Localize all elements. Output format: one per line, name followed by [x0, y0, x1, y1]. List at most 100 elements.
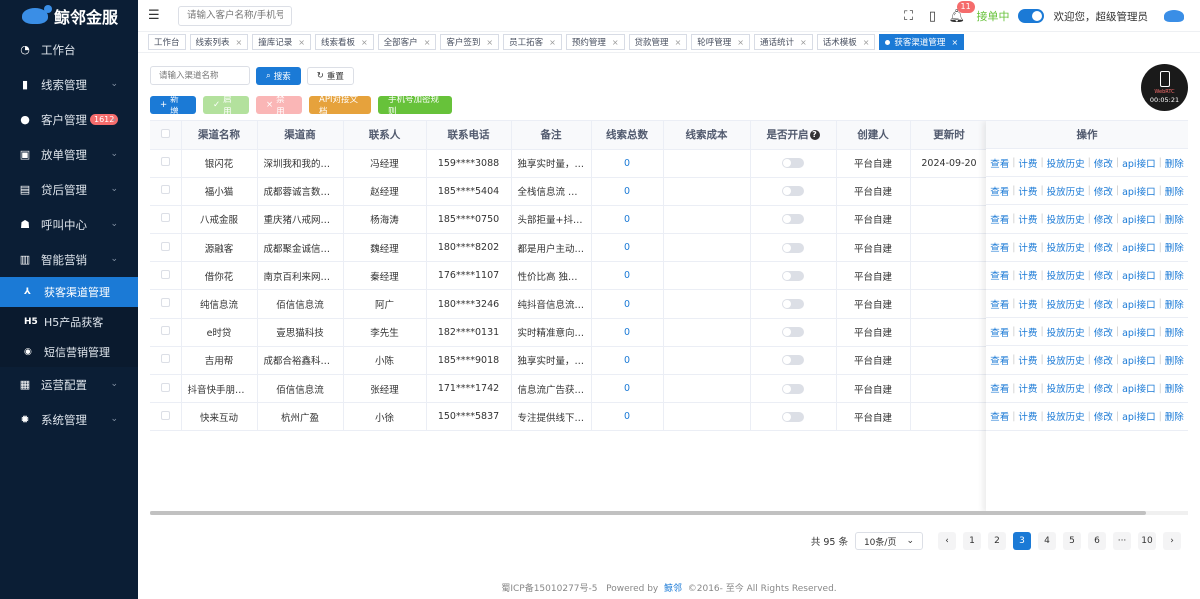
op-link-5[interactable]: api接口	[1122, 409, 1156, 423]
op-link-2[interactable]: 计费	[1018, 297, 1037, 311]
op-link-5[interactable]: api接口	[1122, 381, 1156, 395]
op-link-6[interactable]: 删除	[1165, 409, 1184, 423]
reset-button[interactable]: ↻ 重置	[306, 66, 354, 85]
tab-6[interactable]: 客户签到 ×	[440, 34, 500, 50]
enabled-switch[interactable]	[782, 214, 804, 225]
row-checkbox[interactable]	[160, 354, 170, 364]
sidebar-item-7[interactable]: ▥ 智能营销 ⌄	[0, 242, 138, 277]
op-link-4[interactable]: 修改	[1094, 325, 1113, 339]
row-checkbox[interactable]	[160, 213, 170, 223]
tab-close-icon[interactable]: ×	[612, 38, 619, 47]
tab-close-icon[interactable]: ×	[675, 38, 682, 47]
op-link-6[interactable]: 删除	[1165, 381, 1184, 395]
op-link-4[interactable]: 修改	[1094, 353, 1113, 367]
enabled-switch[interactable]	[782, 411, 804, 422]
enabled-switch[interactable]	[782, 327, 804, 338]
enabled-switch[interactable]	[782, 299, 804, 310]
op-link-5[interactable]: api接口	[1122, 212, 1156, 226]
enabled-switch[interactable]	[782, 158, 804, 169]
op-link-1[interactable]: 查看	[990, 325, 1009, 339]
tab-3[interactable]: 撞库记录 ×	[252, 34, 311, 50]
op-link-3[interactable]: 投放历史	[1047, 325, 1085, 339]
tab-close-icon[interactable]: ×	[486, 38, 493, 47]
op-link-6[interactable]: 删除	[1165, 325, 1184, 339]
page-button[interactable]: 10	[1138, 532, 1156, 550]
tab-13[interactable]: 获客渠道管理 ×	[879, 34, 965, 50]
horizontal-scrollbar[interactable]	[150, 511, 1188, 515]
op-link-5[interactable]: api接口	[1122, 184, 1156, 198]
row-checkbox[interactable]	[160, 269, 170, 279]
enabled-switch[interactable]	[782, 383, 804, 394]
tab-2[interactable]: 线索列表 ×	[189, 34, 249, 50]
question-icon[interactable]: ?	[809, 130, 820, 141]
mobile-icon[interactable]: ▯	[925, 9, 941, 24]
op-link-1[interactable]: 查看	[990, 240, 1009, 254]
prev-page-button[interactable]: ‹	[938, 532, 956, 550]
phone-encrypt-rule-button[interactable]: 手机号加密规则	[378, 95, 452, 117]
menu-toggle-icon[interactable]: ☰	[148, 8, 162, 23]
op-link-4[interactable]: 修改	[1094, 184, 1113, 198]
scrollbar-thumb[interactable]	[150, 511, 1146, 515]
enabled-switch[interactable]	[782, 186, 804, 197]
op-link-2[interactable]: 计费	[1018, 184, 1037, 198]
page-button[interactable]: 6	[1088, 532, 1106, 550]
tab-10[interactable]: 轮呼管理 ×	[691, 34, 750, 50]
row-checkbox[interactable]	[160, 410, 170, 420]
tab-4[interactable]: 线索看板 ×	[314, 34, 374, 50]
page-button[interactable]: 3	[1013, 532, 1031, 550]
tab-close-icon[interactable]: ×	[737, 38, 744, 47]
tab-7[interactable]: 员工拓客 ×	[503, 34, 562, 50]
row-checkbox[interactable]	[160, 382, 170, 392]
fullscreen-icon[interactable]: ⛶	[901, 9, 917, 24]
sidebar-item-6[interactable]: ☗ 呼叫中心 ⌄	[0, 207, 138, 242]
app-logo[interactable]: 鲸邻金服	[0, 0, 138, 32]
op-link-3[interactable]: 投放历史	[1047, 240, 1085, 254]
op-link-4[interactable]: 修改	[1094, 381, 1113, 395]
page-button[interactable]: 2	[988, 532, 1006, 550]
select-all-checkbox[interactable]	[160, 128, 170, 138]
op-link-5[interactable]: api接口	[1122, 268, 1156, 282]
row-checkbox[interactable]	[160, 241, 170, 251]
op-link-6[interactable]: 删除	[1165, 353, 1184, 367]
submenu-item-3[interactable]: ◉ 短信营销管理	[0, 337, 138, 367]
op-link-6[interactable]: 删除	[1165, 184, 1184, 198]
sidebar-item-1[interactable]: ◔ 工作台	[0, 32, 138, 67]
tab-close-icon[interactable]: ×	[800, 38, 807, 47]
tab-5[interactable]: 全部客户 ×	[377, 34, 437, 50]
row-checkbox[interactable]	[160, 185, 170, 195]
op-link-3[interactable]: 投放历史	[1047, 184, 1085, 198]
disable-button[interactable]: × 禁用	[256, 95, 302, 117]
op-link-5[interactable]: api接口	[1122, 156, 1156, 170]
op-link-6[interactable]: 删除	[1165, 268, 1184, 282]
op-link-2[interactable]: 计费	[1018, 240, 1037, 254]
tab-close-icon[interactable]: ×	[236, 38, 243, 47]
submenu-item-2[interactable]: H5 H5产品获客	[0, 307, 138, 337]
op-link-1[interactable]: 查看	[990, 381, 1009, 395]
customer-search-input[interactable]	[178, 5, 292, 26]
order-status-toggle[interactable]	[1017, 9, 1044, 23]
op-link-1[interactable]: 查看	[990, 353, 1009, 367]
tab-close-icon[interactable]: ×	[361, 38, 368, 47]
next-page-button[interactable]: ›	[1163, 532, 1181, 550]
op-link-4[interactable]: 修改	[1094, 268, 1113, 282]
sidebar-item-5[interactable]: ▤ 贷后管理 ⌄	[0, 172, 138, 207]
channel-name-input[interactable]	[150, 66, 250, 85]
tab-close-icon[interactable]: ×	[298, 38, 305, 47]
add-button[interactable]: + 新增	[150, 95, 196, 117]
tab-close-icon[interactable]: ×	[549, 38, 556, 47]
enable-button[interactable]: ✓ 启用	[203, 95, 249, 117]
row-checkbox[interactable]	[160, 298, 170, 308]
op-link-6[interactable]: 删除	[1165, 156, 1184, 170]
op-link-5[interactable]: api接口	[1122, 297, 1156, 311]
op-link-1[interactable]: 查看	[990, 409, 1009, 423]
op-link-1[interactable]: 查看	[990, 212, 1009, 226]
op-link-2[interactable]: 计费	[1018, 268, 1037, 282]
row-checkbox[interactable]	[160, 157, 170, 167]
tab-close-icon[interactable]: ×	[951, 38, 958, 47]
submenu-item-1[interactable]: ⅄ 获客渠道管理	[0, 277, 138, 307]
page-button[interactable]: ···	[1113, 532, 1131, 550]
op-link-3[interactable]: 投放历史	[1047, 381, 1085, 395]
bell-icon[interactable]: 🔔︎ 11	[949, 0, 975, 24]
op-link-4[interactable]: 修改	[1094, 212, 1113, 226]
sidebar-item-4[interactable]: ▣ 放单管理 ⌄	[0, 137, 138, 172]
